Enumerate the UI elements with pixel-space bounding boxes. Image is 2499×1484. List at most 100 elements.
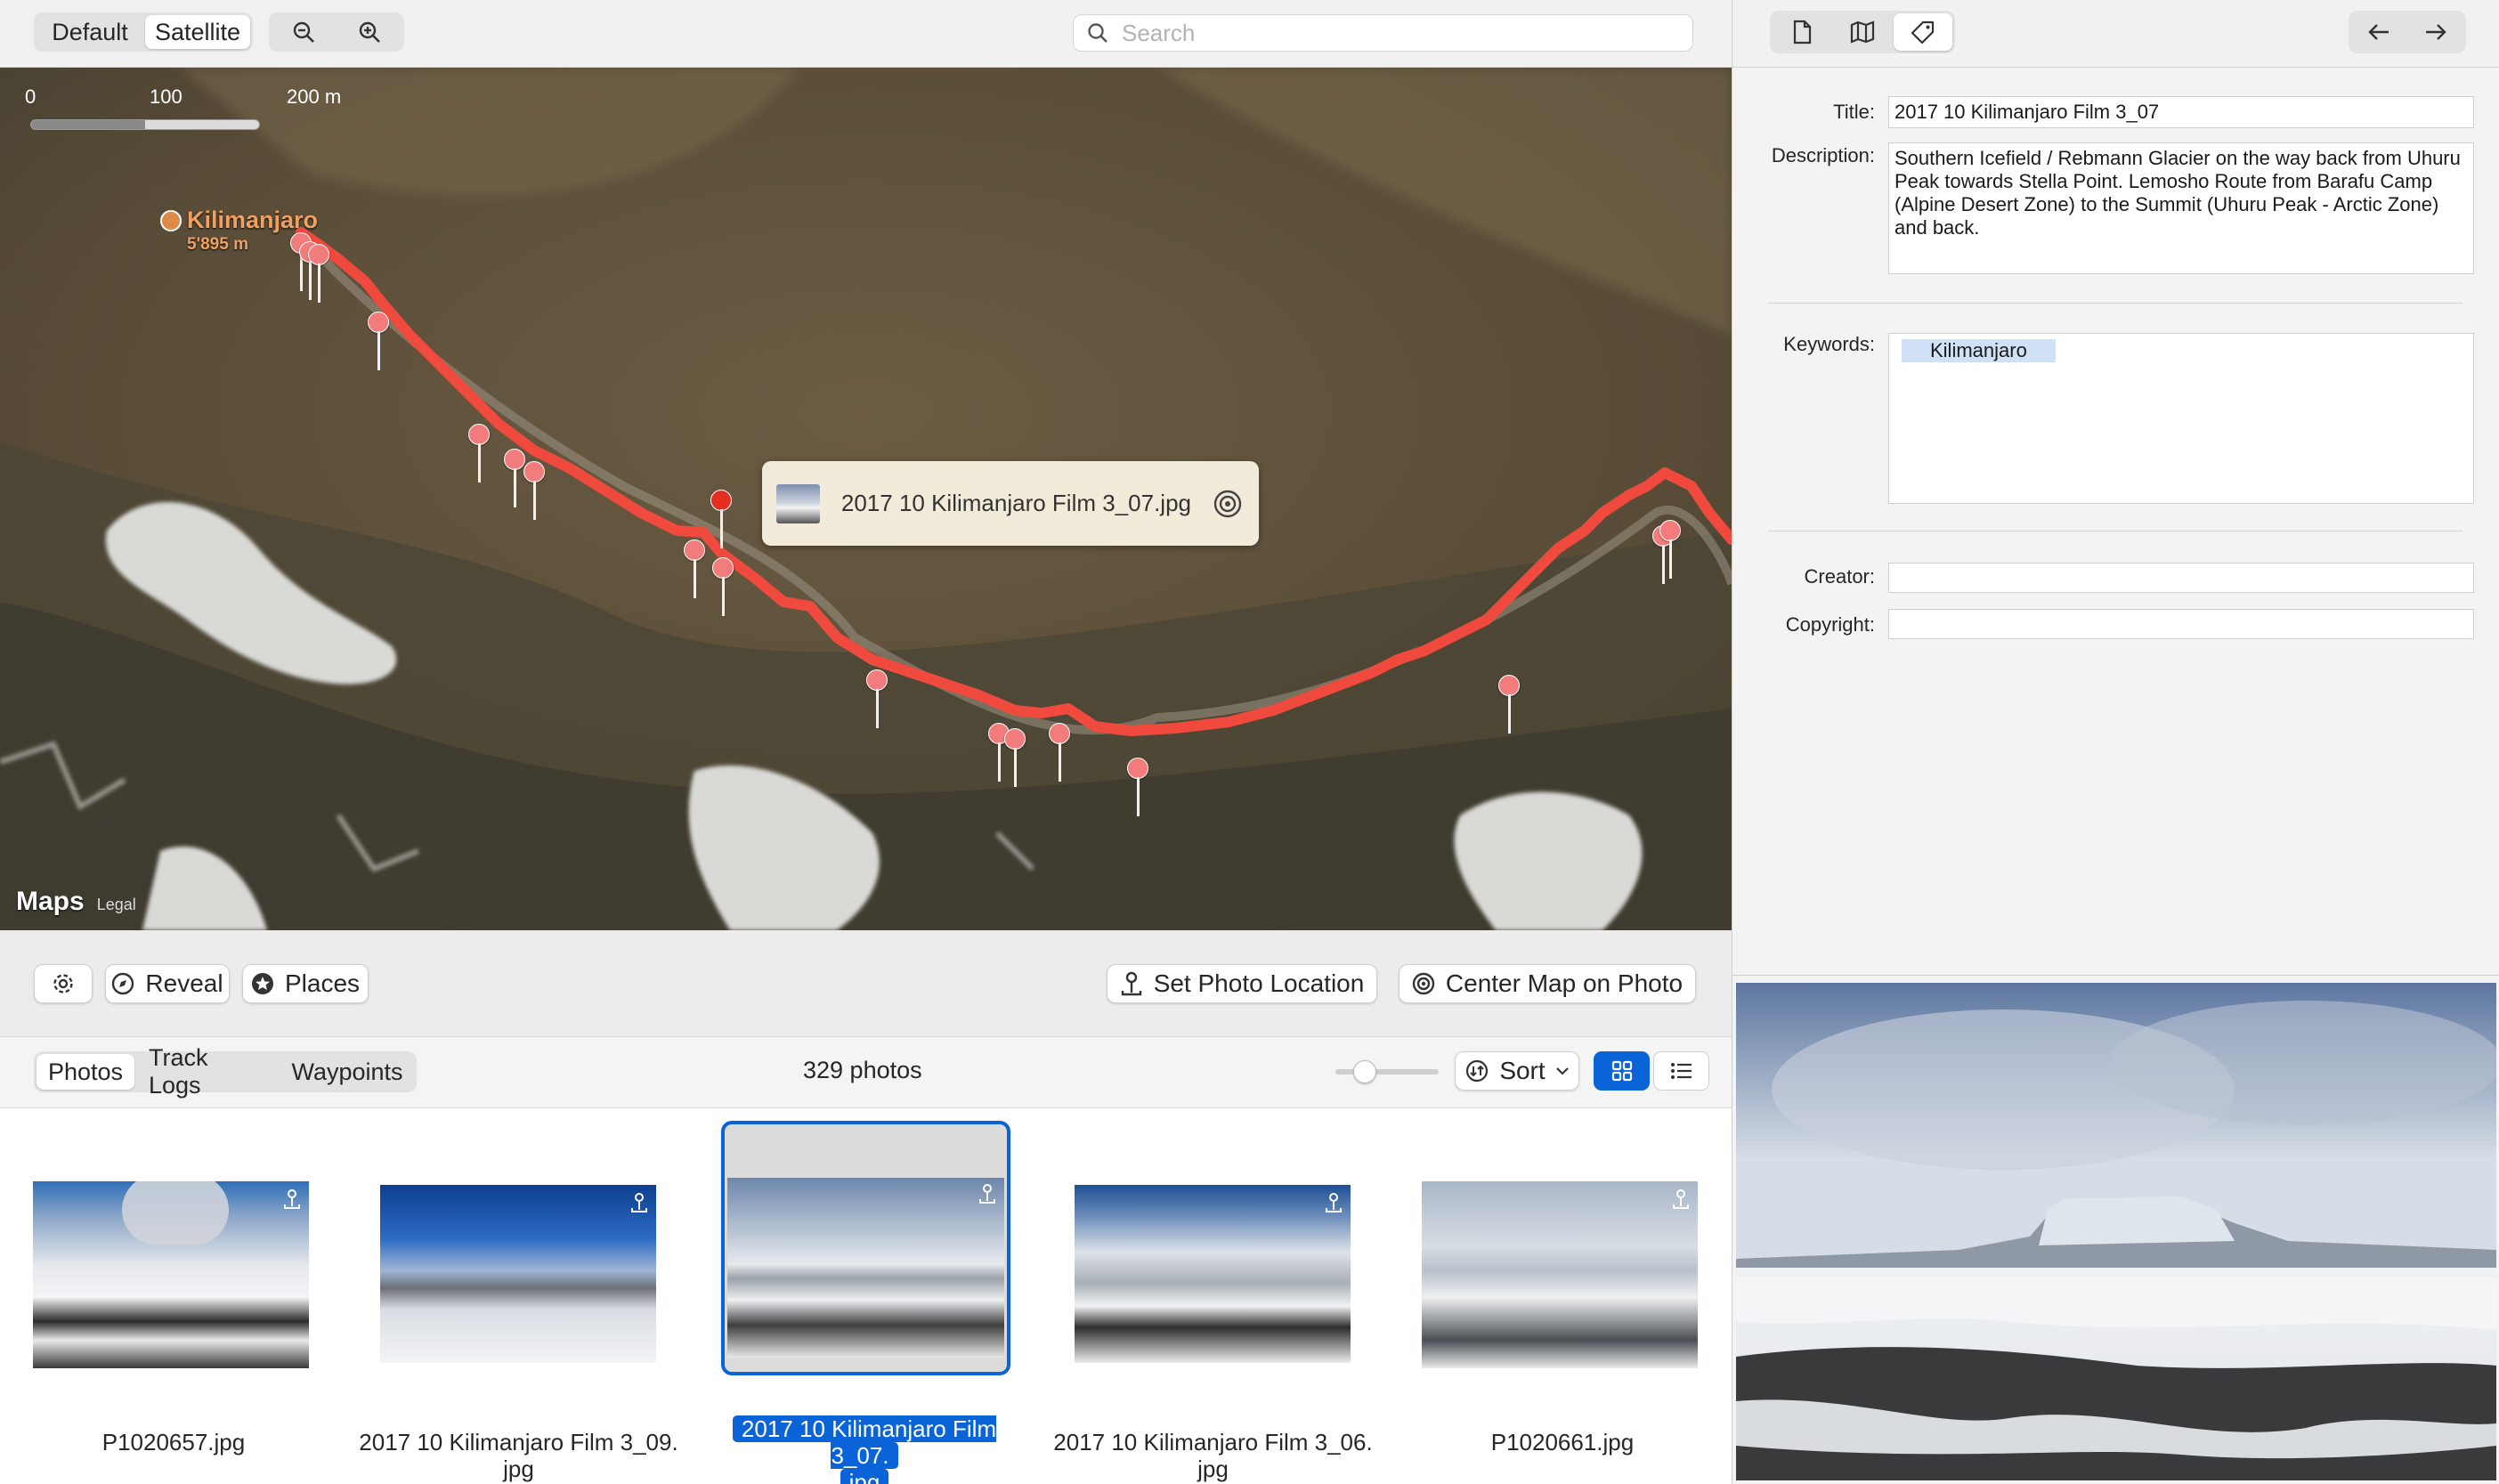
caption-line2: jpg [1197,1456,1229,1482]
photo-pin[interactable] [1004,728,1026,791]
photo-pin[interactable] [1659,520,1681,582]
map-view[interactable]: 0 100 200 m Kilimanjaro 5'895 m 2017 10 … [0,68,1732,930]
thumbnail-size-slider[interactable] [1335,1060,1439,1083]
creator-label: Creator: [1804,565,1875,588]
caption-line1: 2017 10 Kilimanjaro Film 3_09. [359,1429,678,1456]
photo-preview [1736,983,2496,1480]
reveal-label: Reveal [145,969,223,997]
photo-pin[interactable] [504,449,525,511]
places-label: Places [284,969,361,997]
places-button[interactable]: Places [242,964,369,1003]
photo-thumbnail [380,1185,656,1363]
forward-button[interactable] [2408,13,2463,51]
center-map-label: Center Map on Photo [1445,969,1684,997]
main-toolbar: Default Satellite Search [0,0,1732,68]
map-type-default[interactable]: Default [37,15,143,49]
photo-caption: P1020657.jpg [18,1429,329,1456]
center-map-on-photo-button[interactable]: Center Map on Photo [1399,964,1696,1003]
title-field[interactable]: 2017 10 Kilimanjaro Film 3_07 [1888,96,2474,128]
legal-link[interactable]: Legal [97,896,136,914]
search-field[interactable]: Search [1073,14,1693,52]
copyright-field[interactable] [1888,609,2474,639]
selected-photo-frame[interactable] [721,1121,1010,1375]
photo-pin[interactable] [1498,675,1520,737]
photo-caption: 2017 10 Kilimanjaro Film 3_06. jpg [1051,1429,1375,1482]
reveal-button[interactable]: Reveal [105,964,230,1003]
search-icon [1086,21,1109,45]
photo-pin[interactable] [308,244,329,306]
photo-pin[interactable] [468,424,490,486]
geotag-icon [978,1183,997,1209]
tab-waypoints[interactable]: Waypoints [280,1054,414,1090]
selected-photo-pin[interactable] [710,490,732,552]
target-icon[interactable] [1213,489,1243,519]
tab-photos[interactable]: Photos [37,1054,134,1090]
tab-track-logs[interactable]: Track Logs [136,1044,279,1099]
photo-cell[interactable]: 2017 10 Kilimanjaro Film 3_06. jpg [1051,1126,1375,1482]
zoom-out-button[interactable] [272,15,336,49]
caption-line1: P1020657.jpg [101,1429,246,1456]
grid-view-button[interactable] [1594,1051,1650,1091]
photo-caption: P1020661.jpg [1407,1429,1718,1456]
geotag-icon [1324,1192,1343,1218]
keywords-field[interactable]: Kilimanjaro [1888,333,2474,504]
map-icon [1850,20,1875,44]
view-mode-toggle [1594,1051,1709,1091]
photo-pin[interactable] [523,461,545,523]
keyword-token[interactable]: Kilimanjaro [1902,339,2056,362]
photo-pin[interactable] [866,669,888,732]
photo-thumbnail [33,1181,309,1368]
tab-map[interactable] [1833,13,1892,51]
settings-button[interactable] [34,964,93,1003]
inspector-toolbar [1732,0,2499,68]
inspector-tabs [1770,11,1955,53]
photo-cell[interactable]: P1020661.jpg [1407,1126,1718,1473]
photo-pin[interactable] [712,557,734,620]
set-photo-location-button[interactable]: Set Photo Location [1107,964,1377,1003]
photo-pin[interactable] [1127,758,1148,820]
tab-document[interactable] [1773,13,1831,51]
photo-thumbnail [727,1178,1004,1358]
caption-line1: P1020661.jpg [1490,1429,1635,1456]
sort-icon [1465,1059,1489,1083]
zoom-in-icon [357,20,382,45]
preview-image [1736,983,2496,1480]
browser-tabs: Photos Track Logs Waypoints [34,1044,417,1099]
list-view-button[interactable] [1653,1051,1709,1091]
photo-caption: 2017 10 Kilimanjaro Film 3_09. jpg [356,1429,681,1482]
photo-thumbnail [1075,1185,1351,1363]
caption-line1: 2017 10 Kilimanjaro Film 3_07. [732,1415,997,1469]
photo-cell[interactable]: 2017 10 Kilimanjaro Film 3_09. jpg [356,1126,681,1482]
caption-line1: 2017 10 Kilimanjaro Film 3_06. [1053,1429,1373,1456]
gear-icon [51,971,76,996]
photo-pin[interactable] [1049,723,1070,785]
selected-photo-caption: 2017 10 Kilimanjaro Film 3_07. jpg [703,1415,1026,1484]
geotag-icon [629,1192,649,1218]
slider-knob[interactable] [1353,1060,1376,1083]
zoom-in-button[interactable] [337,15,402,49]
search-input[interactable]: Search [1122,20,1195,47]
caption-line2: jpg [840,1469,889,1484]
geotag-icon [282,1188,302,1214]
inspector-panel: Title: 2017 10 Kilimanjaro Film 3_07 Des… [1732,0,2499,1484]
sort-label: Sort [1499,1057,1546,1084]
photo-cell[interactable]: P1020657.jpg [18,1126,329,1473]
tab-tag[interactable] [1894,13,1952,51]
pin-icon [1120,971,1143,996]
geotag-icon [1671,1188,1691,1214]
photo-pin[interactable] [368,312,389,374]
arrow-left-icon [2367,22,2390,42]
divider [1732,975,2499,976]
sort-button[interactable]: Sort [1455,1051,1579,1091]
zoom-segmented [269,12,404,52]
creator-field[interactable] [1888,563,2474,593]
photo-callout[interactable]: 2017 10 Kilimanjaro Film 3_07.jpg [762,461,1259,546]
zoom-out-icon [291,20,316,45]
description-field[interactable]: Southern Icefield / Rebmann Glacier on t… [1888,142,2474,274]
photo-pin[interactable] [684,539,705,602]
map-type-satellite[interactable]: Satellite [145,15,250,49]
star-circle-icon [251,972,274,995]
map-type-segmented: Default Satellite [34,12,253,52]
map-controls-bar: Reveal Places Set Photo Location Center … [0,930,1732,1037]
back-button[interactable] [2351,13,2406,51]
